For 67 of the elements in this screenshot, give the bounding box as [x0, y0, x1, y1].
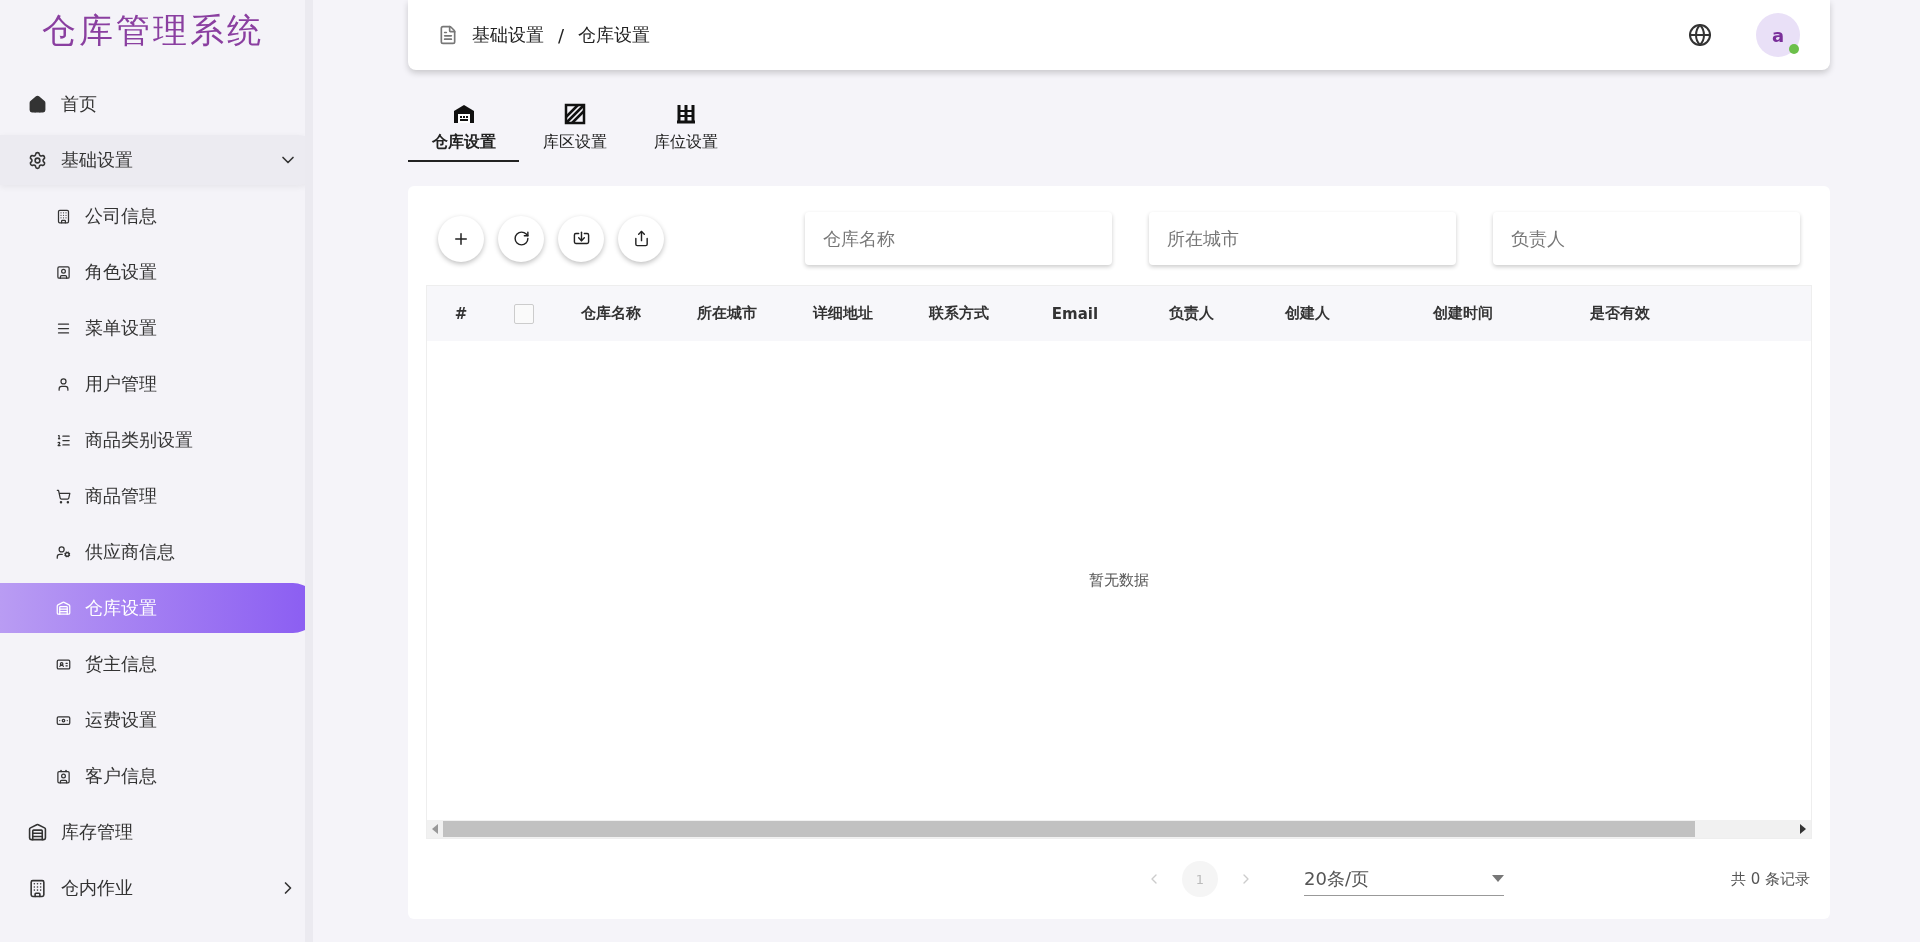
menu-icon — [56, 320, 71, 336]
column-header: # — [453, 304, 469, 323]
column-header: 所在城市 — [696, 304, 758, 323]
sidebar-item[interactable]: 商品类别设置 — [0, 415, 305, 465]
column-header: Email — [1050, 304, 1100, 323]
person-gear-icon — [56, 544, 71, 560]
contact-card-icon — [56, 768, 71, 784]
gear-icon — [28, 150, 47, 170]
column-header: 创建时间 — [1432, 304, 1494, 323]
column-header: 联系方式 — [928, 304, 990, 323]
empty-message: 暂无数据 — [1089, 571, 1149, 590]
export-button[interactable] — [618, 215, 664, 262]
horizontal-scrollbar[interactable] — [427, 820, 1811, 838]
warehouse-icon — [56, 600, 71, 616]
select-all-checkbox[interactable] — [514, 303, 534, 324]
sidebar-item[interactable]: 客户信息 — [0, 751, 305, 801]
page-size-select[interactable]: 20条/页 — [1304, 862, 1504, 896]
share-icon — [632, 230, 650, 247]
sidebar-item[interactable]: 库存管理 — [0, 807, 305, 857]
user-avatar[interactable]: a — [1756, 13, 1800, 57]
column-header: 是否有效 — [1589, 304, 1651, 323]
search-field[interactable]: 负责人 — [1493, 212, 1800, 265]
column-header: 创建人 — [1283, 304, 1331, 323]
document-icon — [438, 25, 458, 45]
cart-icon — [56, 488, 71, 504]
scroll-left-icon[interactable] — [431, 824, 439, 834]
app-title: 仓库管理系统 — [40, 9, 265, 52]
breadcrumb-item[interactable]: 仓库设置 — [578, 23, 651, 47]
column-header: 仓库名称 — [580, 304, 642, 323]
sidebar-item[interactable]: 首页 — [0, 79, 305, 129]
sidebar-item[interactable]: 货主信息 — [0, 639, 305, 689]
sidebar-item[interactable]: 基础设置 — [0, 135, 305, 185]
column-header: 负责人 — [1167, 304, 1215, 323]
sidebar-item[interactable]: 仓内作业 — [0, 863, 305, 913]
building-icon — [56, 208, 71, 224]
person-card-icon — [56, 264, 71, 280]
import-icon — [572, 230, 590, 247]
breadcrumb-separator: / — [558, 24, 565, 46]
person-icon — [56, 376, 71, 392]
sidebar-item[interactable]: 公司信息 — [0, 191, 305, 241]
refresh-icon — [512, 230, 530, 247]
home-icon — [28, 94, 47, 114]
sidebar-item[interactable]: 用户管理 — [0, 359, 305, 409]
id-card-icon — [56, 656, 71, 672]
warehouse-icon — [28, 822, 47, 842]
sidebar-item[interactable]: 运费设置 — [0, 695, 305, 745]
breadcrumb-item[interactable]: 基础设置 — [472, 23, 544, 47]
refresh-button[interactable] — [498, 215, 544, 262]
total-count: 共 0 条记录 — [1730, 869, 1811, 889]
search-field[interactable]: 仓库名称 — [805, 212, 1112, 265]
add-button[interactable] — [438, 215, 484, 262]
tab[interactable]: 仓库设置 — [408, 94, 519, 162]
column-header: 详细地址 — [811, 304, 874, 323]
import-button[interactable] — [558, 215, 604, 262]
scroll-right-icon[interactable] — [1799, 824, 1807, 834]
hatched-square-icon — [562, 101, 587, 126]
dropdown-caret-icon — [1492, 874, 1504, 883]
tab[interactable]: 库区设置 — [519, 94, 630, 162]
globe-icon[interactable] — [1688, 23, 1712, 47]
sidebar-item[interactable]: 菜单设置 — [0, 303, 305, 353]
list-icon — [56, 432, 71, 448]
building-icon — [28, 878, 47, 898]
tab[interactable]: 库位设置 — [630, 94, 741, 162]
sidebar-item[interactable]: 角色设置 — [0, 247, 305, 297]
sidebar-item[interactable]: 商品管理 — [0, 471, 305, 521]
sidebar-item[interactable]: 供应商信息 — [0, 527, 305, 577]
search-field[interactable]: 所在城市 — [1149, 212, 1456, 265]
